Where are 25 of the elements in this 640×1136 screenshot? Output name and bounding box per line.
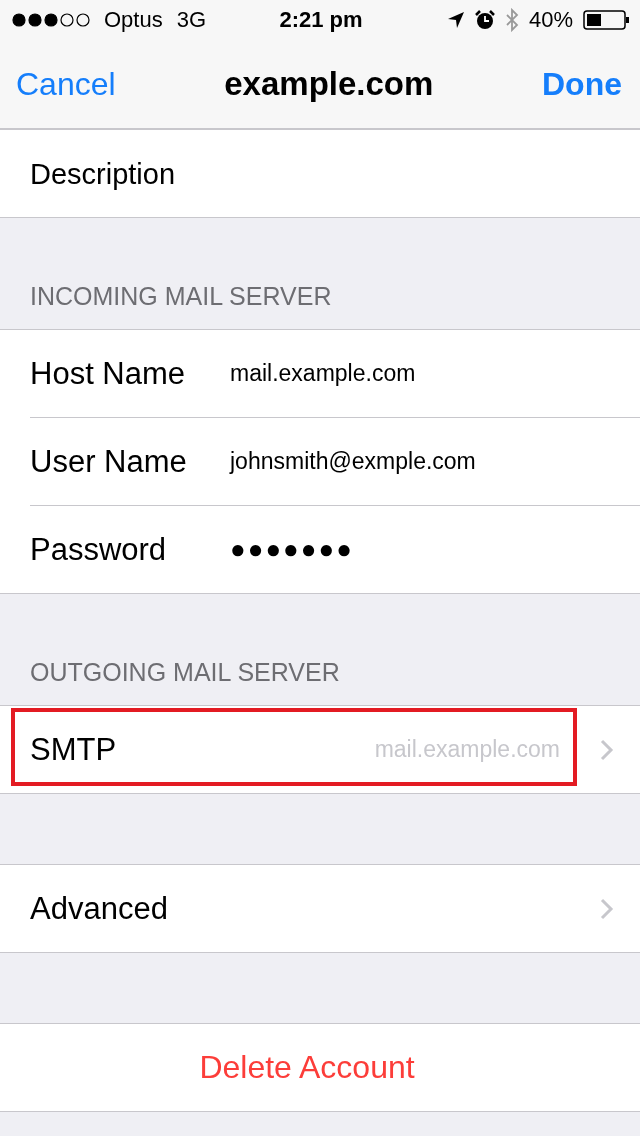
field-label: User Name [30, 443, 188, 480]
chevron-icon [600, 738, 614, 761]
chevron-icon [600, 897, 614, 920]
field-value[interactable]: johnsmith@exmple.com [230, 448, 476, 475]
signal-icon [12, 13, 90, 27]
network-type: 3G [176, 7, 207, 33]
bluetooth-icon [504, 8, 519, 32]
field-label: Description [30, 157, 177, 190]
section-header: OUTGOING MAIL SERVER [30, 658, 340, 686]
field-label: Password [30, 531, 168, 568]
alarm-clock-icon [474, 10, 495, 30]
row-label[interactable]: SMTP [30, 731, 375, 768]
nav-title: example.com [224, 65, 434, 103]
field-value[interactable]: mail.example.com [230, 360, 416, 387]
carrier-name: Optus [104, 7, 163, 33]
cancel-button[interactable]: Cancel [16, 65, 116, 103]
battery-icon [583, 10, 630, 30]
done-button[interactable]: Done [542, 65, 622, 103]
clock-time: 2:21 pm [279, 7, 363, 32]
row-value: mail.example.com [374, 736, 560, 763]
location-arrow-icon [446, 11, 465, 29]
field-value[interactable]: ●●●●●●● [230, 534, 354, 565]
section-header: INCOMING MAIL SERVER [30, 282, 332, 310]
battery-percentage: 40% [528, 7, 573, 33]
field-label: Host Name [30, 355, 187, 392]
